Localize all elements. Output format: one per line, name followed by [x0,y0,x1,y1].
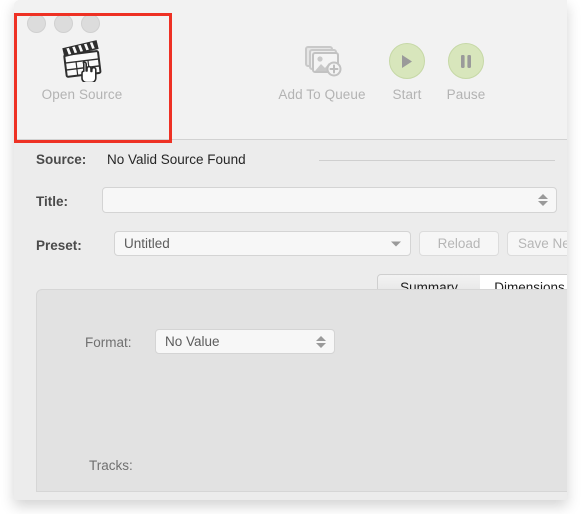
title-label: Title: [36,194,69,209]
chevron-down-icon [391,241,401,246]
title-stepper[interactable] [538,191,548,209]
toolbar-label-open-source: Open Source [41,87,123,102]
screenshot-root: Open Source Add To Queue Start Pause Sou… [0,0,585,514]
preset-row: Preset: Untitled Reload Save New Preset [14,226,567,268]
traffic-light-group [27,14,100,33]
preset-selected-value: Untitled [124,236,170,251]
format-label: Format: [85,335,132,350]
source-form: Source: No Valid Source Found Title: Ang… [14,140,567,268]
minimize-button[interactable] [54,14,73,33]
format-select[interactable]: No Value [155,329,335,354]
source-separator [319,160,555,161]
tracks-label: Tracks: [89,458,133,473]
title-combobox[interactable] [102,187,557,213]
preset-label: Preset: [36,238,82,253]
source-label: Source: [36,152,87,167]
toolbar-items: Open Source Add To Queue Start Pause [14,38,567,118]
pause-icon [448,43,484,79]
window-toolbar: Open Source Add To Queue Start Pause [14,0,567,140]
toolbar-label-pause: Pause [446,87,486,102]
zoom-button[interactable] [81,14,100,33]
format-selected-value: No Value [165,334,220,349]
handbrake-window: Open Source Add To Queue Start Pause Sou… [14,0,567,500]
toolbar-label-add-to-queue: Add To Queue [278,87,366,102]
add-to-queue-icon [262,38,382,84]
clapperboard-icon [22,38,142,84]
toolbar-button-open-source[interactable]: Open Source [22,38,142,102]
toolbar-button-add-to-queue[interactable]: Add To Queue [262,38,382,102]
close-button[interactable] [27,14,46,33]
source-value: No Valid Source Found [107,152,246,167]
save-new-preset-button[interactable]: Save New Preset [507,231,567,256]
preset-select[interactable]: Untitled [114,231,411,256]
toolbar-button-pause[interactable]: Pause [426,38,506,102]
format-stepper[interactable] [316,333,326,351]
title-row: Title: Angle: [14,180,567,226]
source-row: Source: No Valid Source Found [14,140,567,180]
summary-panel: Format: No Value Tracks: [36,289,567,492]
reload-button[interactable]: Reload [419,231,499,256]
play-icon [389,43,425,79]
